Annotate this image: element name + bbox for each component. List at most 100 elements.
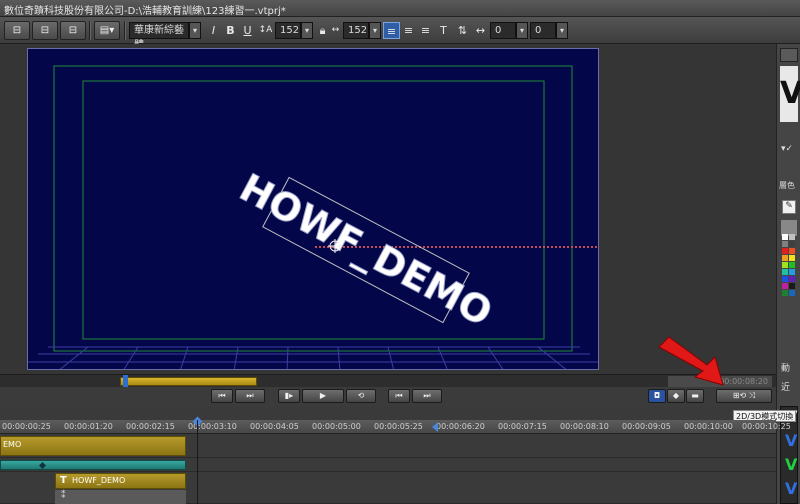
timeline-ruler[interactable]: 00:00:00:25 00:00:01:20 00:00:02:15 00:0… [0,416,791,434]
ruler-tick: 00:00:10:00 [684,422,733,431]
go-start-button[interactable]: ⏮ [388,389,410,403]
new-title-3-icon[interactable]: ⊟ [60,21,86,40]
ruler-tick: 00:00:07:15 [498,422,547,431]
window-title: 數位奇蹟科技股份有限公司-D:\浩輔教育訓練\123練習一.vtprj* [4,6,286,17]
swatch-orange[interactable] [789,248,795,254]
font-size-icon: ↕A [258,25,273,35]
track-row [0,458,776,472]
spacing-icon: ↔ [475,24,486,37]
view-mode-2-icon[interactable]: ◆ [667,389,685,403]
scrub-range[interactable] [120,377,257,386]
track-row: T HOWF_DEMO ⁑ [0,472,776,504]
swatch-dark[interactable] [789,241,795,247]
right-properties-panel: V ▾✓ 層色 ✎ 動 近 V V V V [776,44,800,504]
char-spacing-dropdown-icon[interactable]: ▾ [516,22,528,39]
swatch-silver[interactable] [789,234,795,240]
line-spacing-field[interactable]: 0 [530,22,556,39]
underline-button[interactable]: U [239,22,256,39]
next-frame-button[interactable]: ⏭ [235,389,265,403]
preview-graphics: HOWF_DEMO [28,65,598,369]
toolbar-divider [124,21,126,40]
swatch-green[interactable] [789,262,795,268]
new-title-2-icon[interactable]: ⊟ [32,21,58,40]
ruler-tick: 00:00:01:20 [64,422,113,431]
prev-frame-button[interactable]: ⏮ [211,389,233,403]
swatch-purple[interactable] [789,276,795,282]
swatch-amber[interactable] [782,255,788,261]
char-spacing-field[interactable]: 0 [490,22,516,39]
text-clip-icon: T [60,475,67,486]
line-spacing-dropdown-icon[interactable]: ▾ [556,22,568,39]
font-size-dropdown-icon[interactable]: ▾ [301,22,313,39]
ruler-tick: 00:00:05:25 [374,422,423,431]
align-left-icon[interactable]: ≡ [383,22,400,39]
align-right-icon[interactable]: ≡ [417,22,434,39]
panel-label-a: 動 [781,364,791,374]
effect-clip[interactable] [0,460,186,470]
panel-tab-icon[interactable] [780,48,798,62]
eyedropper-icon[interactable]: ✎ [782,200,796,214]
step-button[interactable]: ▮▸ [278,389,300,403]
title-bar: 數位奇蹟科技股份有限公司-D:\浩輔教育訓練\123練習一.vtprj* [0,0,800,17]
swatch-lime[interactable] [782,262,788,268]
track-row: EMO [0,434,776,458]
motion-icon: ⁑ [61,491,66,501]
italic-button[interactable]: I [205,22,222,39]
swatch-white[interactable] [782,234,788,240]
swatch-blue[interactable] [782,276,788,282]
swatch-navy[interactable] [789,290,795,296]
style-item-blue-2-icon[interactable]: V [785,479,797,498]
panel-label-b: 近 [781,383,791,393]
style-item-green-icon[interactable]: V [785,455,797,474]
bold-button[interactable]: B [222,22,239,39]
howf-demo-clip[interactable]: T HOWF_DEMO [55,473,186,489]
swatch-forest[interactable] [782,290,788,296]
style-preview-icon[interactable]: V [780,66,800,122]
title-text: HOWF_DEMO [233,165,500,335]
ruler-tick: 00:00:09:05 [622,422,671,431]
play-button[interactable]: ▶ [302,389,344,403]
timeline-playhead[interactable] [197,420,198,504]
swatch-magenta[interactable] [782,283,788,289]
swatch-sky[interactable] [789,269,795,275]
swatch-gray[interactable] [782,241,788,247]
ruler-tick: 00:00:00:25 [2,422,51,431]
text-style-dropdown-icon[interactable]: ▤▾ [94,21,120,40]
new-title-icon[interactable]: ⊟ [4,21,30,40]
clip-label: HOWF_DEMO [72,476,126,485]
ruler-tick: 00:00:08:10 [560,422,609,431]
swatch-teal[interactable] [782,269,788,275]
annotation-arrow-icon [658,336,724,386]
ruler-tick: 00:00:05:00 [312,422,361,431]
timeline-tracks: EMO T HOWF_DEMO ⁑ [0,434,776,504]
perspective-grid [28,346,598,369]
font-width-field[interactable]: 152 [343,22,369,39]
font-name-field[interactable]: 華康新綜藝體 [129,22,189,51]
ruler-tick: 00:00:10:25 [742,422,791,431]
mode-toggle-2d3d-button[interactable]: ⊞⟲ ⤨ [716,389,772,403]
swatch-red[interactable] [782,248,788,254]
view-mode-1-icon[interactable]: ◘ [648,389,666,403]
text-toolbar: ⊟ ⊟ ⊟ ▤▾ 華康新綜藝體 ▾ I B U ↕A 152 ▾ 🔒︎ ↔ 15… [0,17,800,51]
go-end-button[interactable]: ⏭ [412,389,442,403]
clip-sub-track: ⁑ [55,490,186,504]
text-frame-icon[interactable]: T [435,22,452,39]
title-preview-canvas[interactable]: HOWF_DEMO [27,48,599,370]
title-text-object[interactable]: HOWF_DEMO [230,160,502,340]
style-item-blue-icon[interactable]: V [785,431,797,450]
color-tab-label[interactable]: 層色 [779,180,800,192]
swatch-yellow[interactable] [789,255,795,261]
loop-button[interactable]: ⟲ [346,389,376,403]
ruler-out-marker[interactable] [432,422,438,432]
swatch-black[interactable] [789,283,795,289]
view-mode-3-icon[interactable]: ▬ [686,389,704,403]
font-size-field[interactable]: 152 [275,22,301,39]
char-width-icon: ↔ [331,25,340,35]
font-name-dropdown-icon[interactable]: ▾ [189,22,201,39]
text-direction-icon[interactable]: ⇅ [454,22,471,39]
timeline-clip[interactable]: EMO [0,436,186,456]
font-width-dropdown-icon[interactable]: ▾ [369,22,381,39]
toolbar-divider [89,21,91,40]
expand-arrow-icon[interactable]: ▾✓ [781,144,797,156]
align-center-icon[interactable]: ≡ [400,22,417,39]
